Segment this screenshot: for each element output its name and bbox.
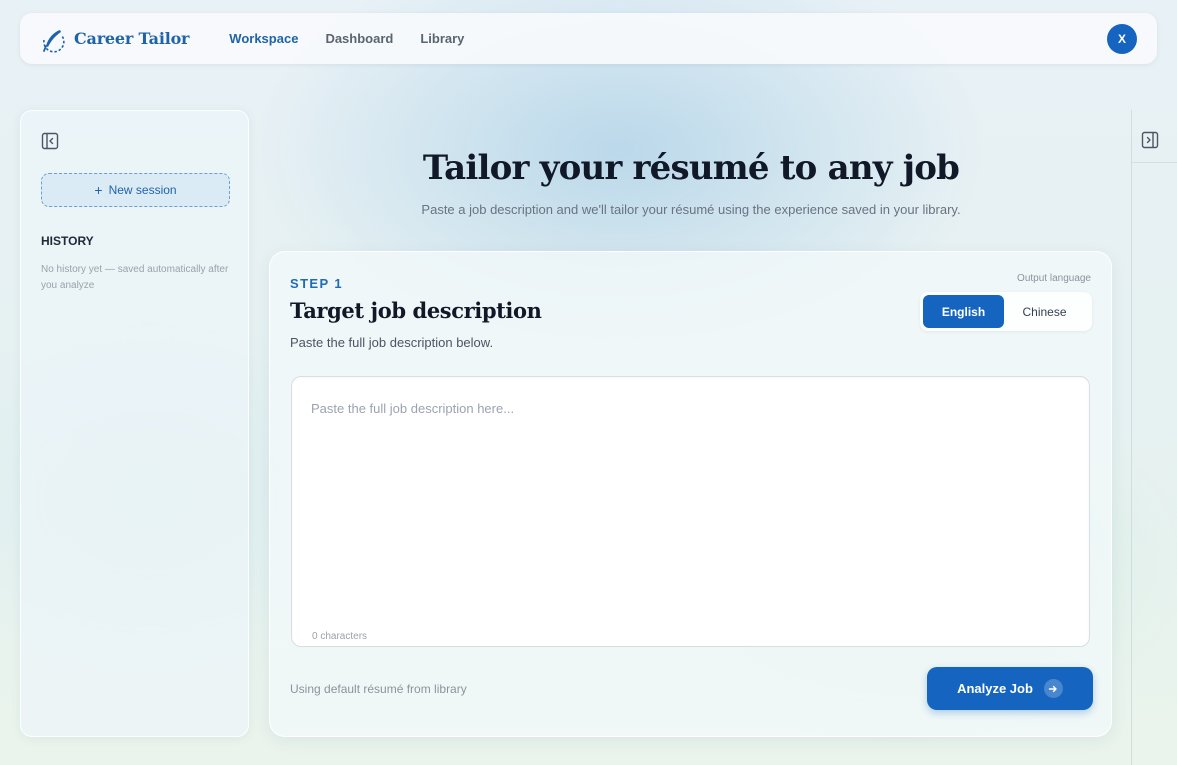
plus-icon: + [94, 182, 103, 198]
user-avatar[interactable]: X [1107, 24, 1137, 54]
nav-library[interactable]: Library [420, 31, 464, 46]
output-language-label: Output language [1017, 273, 1091, 284]
right-panel-rail [1131, 110, 1177, 765]
new-session-button[interactable]: + New session [41, 173, 230, 207]
page-subtitle: Paste a job description and we'll tailor… [421, 202, 961, 217]
job-description-input[interactable] [292, 377, 1089, 646]
quill-logo-icon [43, 29, 65, 53]
card-title: Target job description [290, 298, 542, 323]
card-subtitle: Paste the full job description below. [290, 335, 494, 350]
history-sidebar: + New session HISTORY No history yet — s… [20, 110, 249, 737]
top-navbar: Career Tailor Workspace Dashboard Librar… [20, 13, 1157, 64]
analyze-job-button[interactable]: Analyze Job [927, 667, 1093, 710]
job-description-card: STEP 1 Target job description Paste the … [269, 251, 1112, 737]
step-label: STEP 1 [290, 276, 343, 291]
app-name: Career Tailor [74, 29, 190, 48]
language-option-chinese[interactable]: Chinese [1004, 295, 1085, 328]
job-description-box: 0 characters [291, 376, 1090, 647]
sidebar-expand-right-icon[interactable] [1141, 131, 1159, 149]
arrow-right-icon [1043, 679, 1063, 698]
main-nav: Workspace Dashboard Library [229, 31, 491, 46]
analyze-job-label: Analyze Job [957, 681, 1033, 696]
sidebar-collapse-left-icon[interactable] [41, 132, 59, 150]
rail-divider [1132, 162, 1177, 163]
nav-dashboard[interactable]: Dashboard [325, 31, 393, 46]
new-session-label: New session [108, 183, 177, 197]
history-empty-message: No history yet — saved automatically aft… [41, 264, 229, 291]
language-option-english[interactable]: English [923, 295, 1004, 328]
character-count: 0 characters [312, 631, 368, 642]
output-language-toggle: English Chinese [920, 292, 1092, 331]
page-title: Tailor your résumé to any job [422, 148, 960, 188]
app-logo[interactable]: Career Tailor [38, 24, 189, 54]
resume-source-note: Using default résumé from library [290, 682, 467, 696]
nav-workspace[interactable]: Workspace [229, 31, 298, 46]
history-heading: HISTORY [41, 234, 94, 248]
